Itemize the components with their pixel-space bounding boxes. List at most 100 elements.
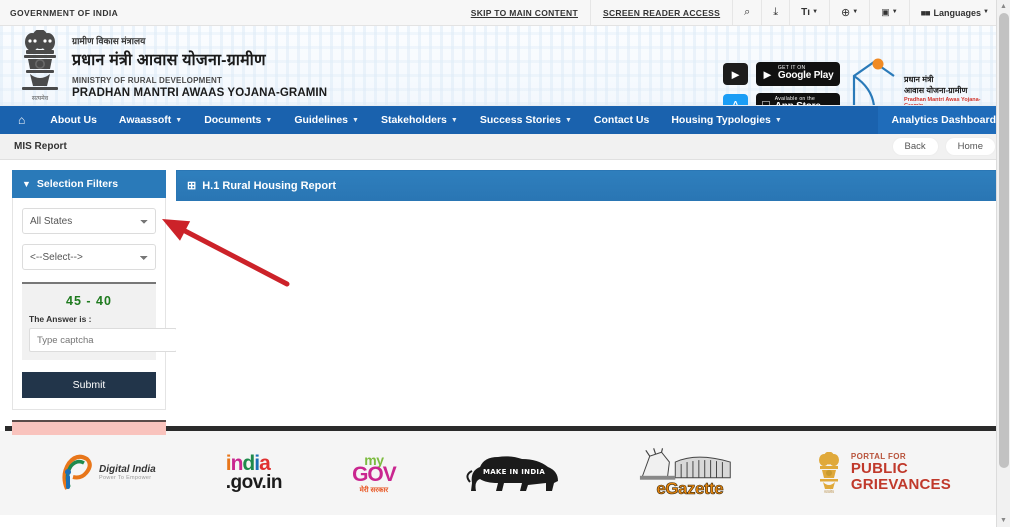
nav-item-awaassoft[interactable]: Awaassoft ▼ (108, 106, 193, 134)
chevron-down-icon: ▼ (450, 116, 458, 124)
selection-filters-panel: All States <--Select--> 45 - 40 The Answ… (12, 198, 197, 410)
google-play-row: ► ► GET IT ON Google Play (723, 62, 840, 86)
grid-icon: ⊞ (187, 180, 197, 192)
nav-item-analytics-dashboard[interactable]: Analytics Dashboard (877, 106, 1010, 134)
right-column: ⊞ H.1 Rural Housing Report (176, 170, 998, 426)
report-title: H.1 Rural Housing Report (202, 179, 337, 192)
state-select[interactable]: All States (22, 208, 156, 234)
egazette-logo[interactable]: eGazette (636, 447, 744, 499)
main-content: ▼ Selection Filters All States <--Select… (0, 160, 1010, 435)
main-navigation: ⌂ About Us Awaassoft ▼ Documents ▼ Guideli… (0, 106, 1010, 134)
back-button[interactable]: Back (891, 137, 939, 156)
public-grievances-logo[interactable]: सत्यमेव PORTAL FOR PUBLIC GRIEVANCES (814, 452, 951, 494)
app-store-badge[interactable]:  Available on the App Store (756, 93, 840, 105)
nav-item-success-stories[interactable]: Success Stories ▼ (469, 106, 583, 134)
nav-item-about-us[interactable]: About Us (39, 106, 108, 134)
search-icon[interactable]: ⌕ (732, 0, 761, 25)
page-subheader: MIS Report Back Home (0, 134, 1010, 160)
nav-item-stakeholders[interactable]: Stakeholders ▼ (370, 106, 469, 134)
chevron-down-icon: ▼ (564, 116, 572, 124)
accessibility-icon-glyph: ⊕ (841, 7, 851, 19)
chevron-down-icon: ▼ (265, 116, 273, 124)
svg-text:सत्यमेव: सत्यमेव (32, 94, 49, 102)
report-body (176, 201, 998, 381)
page-title: MIS Report (14, 141, 67, 152)
selection-filters-title: Selection Filters (36, 178, 119, 190)
chevron-down-icon: ▼ (175, 116, 183, 124)
digital-india-title: Digital India (99, 464, 156, 476)
govbar-right-group: SKIP TO MAIN CONTENT SCREEN READER ACCES… (459, 0, 1000, 25)
languages-label: Languages (933, 7, 982, 18)
text-size-icon-glyph: Tı (801, 7, 811, 18)
language-icon: ■■ (920, 7, 931, 18)
nav-home-icon[interactable]: ⌂ (0, 106, 39, 134)
make-in-india-lion-icon: MAKE IN INDIA (466, 455, 558, 491)
ministry-english-small: MINISTRY OF RURAL DEVELOPMENT (72, 76, 223, 85)
app-store-row: A  Available on the App Store (723, 93, 840, 105)
nav-item-contact-us[interactable]: Contact Us (583, 106, 660, 134)
app-store-square-icon[interactable]: A (723, 94, 748, 105)
languages-selector[interactable]: ■■ Languages ▼ (908, 0, 1000, 25)
download-icon-glyph: ⤓ (773, 6, 779, 18)
theme-contrast-icon[interactable]: ▣ ▼ (869, 0, 908, 25)
pmayg-logo-text: प्रधान मंत्री आवास योजना-ग्रामीण Pradhan… (904, 74, 994, 106)
mygov-logo[interactable]: my GOV मेरी सरकार (352, 453, 397, 494)
nav-label: Analytics Dashboard (891, 114, 996, 126)
digital-india-logo[interactable]: Digital India Power To Empower (59, 453, 156, 493)
search-icon-glyph: ⌕ (744, 6, 751, 18)
subheader-buttons: Back Home (891, 137, 996, 156)
mygov-line3: मेरी सरकार (359, 486, 389, 494)
left-column: ▼ Selection Filters All States <--Select… (12, 170, 197, 435)
nav-label: About Us (50, 114, 97, 126)
chevron-down-icon: ▼ (891, 8, 898, 15)
browser-scrollbar[interactable]: ▲ ▼ (996, 0, 1010, 527)
app-store-badges: ► ► GET IT ON Google Play A  Available … (723, 62, 840, 105)
theme-contrast-icon-glyph: ▣ (881, 7, 890, 17)
egazette-wordmark: eGazette (656, 478, 724, 498)
nav-item-housing-typologies[interactable]: Housing Typologies ▼ (660, 106, 793, 134)
screen-reader-access-link[interactable]: SCREEN READER ACCESS (589, 0, 732, 25)
banner-title-block: ग्रामीण विकास मंत्रालय प्रधान मंत्री आवा… (72, 34, 327, 99)
pmayg-english-line: Pradhan Mantri Awas Yojana-Gramin (904, 97, 981, 106)
svg-text:सत्यमेव: सत्यमेव (824, 489, 835, 494)
pmayg-hindi-line2: आवास योजना-ग्रामीण (904, 86, 968, 95)
nav-label: Stakeholders (380, 114, 447, 126)
make-in-india-logo[interactable]: MAKE IN INDIA (466, 449, 566, 498)
play-store-square-icon[interactable]: ► (723, 63, 748, 85)
google-play-bottom-text: Google Play (777, 70, 834, 82)
chevron-down-icon: ▼ (774, 116, 782, 124)
download-icon[interactable]: ⤓ (761, 0, 789, 25)
report-header: ⊞ H.1 Rural Housing Report (176, 170, 998, 201)
selection-filters-header: ▼ Selection Filters (12, 170, 166, 198)
make-in-india-text: MAKE IN INDIA (483, 468, 545, 476)
google-play-badge[interactable]: ► GET IT ON Google Play (756, 62, 840, 86)
mygov-line2: GOV (352, 462, 397, 486)
scrollbar-thumb[interactable] (999, 13, 1009, 468)
accessibility-icon[interactable]: ⊕ ▼ (829, 0, 869, 25)
nav-label: Success Stories (479, 114, 561, 126)
nav-item-documents[interactable]: Documents ▼ (193, 106, 283, 134)
nav-item-guidelines[interactable]: Guidelines ▼ (283, 106, 370, 134)
scrollbar-up-arrow[interactable]: ▲ (997, 0, 1010, 13)
skip-to-main-content-link[interactable]: SKIP TO MAIN CONTENT (459, 0, 590, 25)
captcha-input-row: ↻ (29, 328, 197, 352)
national-emblem-logo: सत्यमेव (22, 30, 58, 102)
play-triangle-icon: ► (761, 66, 774, 82)
text-size-icon[interactable]: Tı ▼ (789, 0, 829, 25)
chevron-down-icon: ▼ (852, 8, 859, 15)
submit-button[interactable]: Submit (22, 372, 156, 398)
filter-icon: ▼ (22, 179, 31, 189)
captcha-input[interactable] (29, 328, 177, 352)
scrollbar-down-arrow[interactable]: ▼ (997, 514, 1010, 527)
nav-label: Housing Typologies (671, 114, 771, 126)
scheme-english-title: PRADHAN MANTRI AWAAS YOJANA-GRAMIN (72, 87, 328, 99)
india-gov-in-logo[interactable]: india .gov.in (225, 452, 283, 492)
secondary-select[interactable]: <--Select--> (22, 244, 156, 270)
india-gov-in-line1: india (225, 452, 271, 475)
scheme-hindi-title: प्रधान मंत्री आवास योजना-ग्रामीण (72, 52, 266, 69)
nav-label: Contact Us (593, 114, 650, 126)
home-button[interactable]: Home (944, 137, 996, 156)
home-icon-glyph: ⌂ (18, 113, 26, 127)
chevron-down-icon: ▼ (352, 116, 359, 124)
site-banner: सत्यमेव ग्रामीण विकास मंत्रालय प्रधान मं… (0, 26, 1010, 106)
